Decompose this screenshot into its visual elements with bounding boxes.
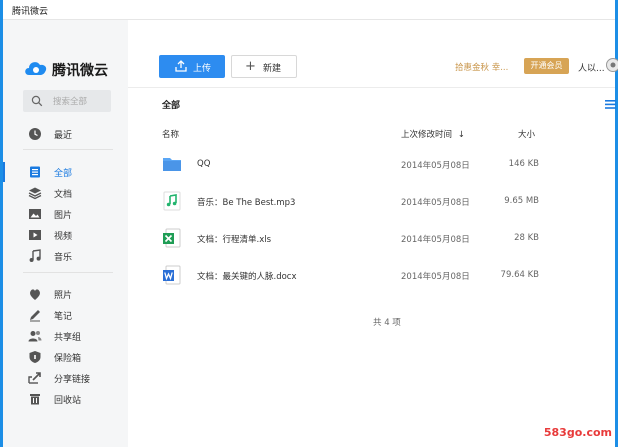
file-size: 28 KB	[514, 233, 539, 243]
sidebar-item-label: 音乐	[54, 253, 73, 263]
shield-icon	[29, 351, 41, 363]
sidebar-divider	[23, 272, 113, 273]
cloud-logo-icon	[25, 62, 47, 75]
trash-icon	[30, 394, 40, 405]
doc-all-icon	[30, 166, 40, 178]
sidebar-item-label: 文档	[54, 190, 73, 200]
sidebar: 腾讯微云 搜索全部 最近 全部 文档 图片 视频 音乐 照片 笔记 共享组 保险…	[3, 20, 128, 447]
new-label: 新建	[263, 64, 282, 74]
table-row[interactable]: 文档：最关键的人脉.docx 2014年05月08日 79.64 KB	[128, 257, 615, 294]
group-icon	[28, 331, 42, 342]
sidebar-item-safe[interactable]: 保险箱	[3, 347, 128, 367]
sidebar-item-label: 保险箱	[54, 354, 82, 364]
sidebar-item-recent[interactable]: 最近	[3, 124, 128, 144]
sidebar-item-music[interactable]: 音乐	[3, 246, 128, 266]
promo-link[interactable]: 拾惠金秋 幸...	[455, 61, 508, 73]
folder-icon	[163, 158, 181, 171]
sidebar-item-notes[interactable]: 笔记	[3, 305, 128, 325]
sidebar-item-label: 最近	[54, 131, 73, 141]
new-button[interactable]: + 新建	[231, 55, 297, 78]
file-name: 文档：最关键的人脉.docx	[197, 272, 297, 282]
upload-button[interactable]: 上传	[159, 55, 225, 78]
column-header-time-label: 上次修改时间	[401, 130, 453, 140]
file-time: 2014年05月08日	[401, 272, 470, 282]
avatar-icon[interactable]	[604, 57, 618, 73]
file-size: 9.65 MB	[504, 196, 539, 206]
file-name: QQ	[197, 159, 211, 169]
watermark-text: 583go.com	[543, 426, 612, 439]
sidebar-item-label: 共享组	[54, 333, 82, 343]
video-icon	[29, 230, 41, 240]
pen-icon	[30, 310, 40, 322]
file-time: 2014年05月08日	[401, 235, 470, 245]
title-bar: 腾讯微云	[3, 0, 615, 20]
excel-file-icon	[163, 228, 181, 248]
layers-icon	[28, 187, 42, 200]
app-logo-text: 腾讯微云	[52, 63, 108, 79]
word-file-icon	[163, 265, 181, 285]
file-name: 文档：行程清单.xls	[197, 235, 272, 245]
sidebar-item-share-links[interactable]: 分享链接	[3, 368, 128, 388]
upload-icon	[175, 60, 187, 72]
music-file-icon	[163, 191, 181, 211]
sidebar-item-docs[interactable]: 文档	[3, 183, 128, 203]
column-header-name[interactable]: 名称	[162, 128, 179, 140]
sidebar-divider	[23, 149, 113, 150]
search-icon	[31, 95, 43, 107]
search-input[interactable]: 搜索全部	[23, 90, 111, 112]
user-name[interactable]: 人以...	[578, 61, 605, 74]
top-toolbar: 上传 + 新建 拾惠金秋 幸... 开通会员 人以...	[128, 20, 618, 88]
app-window: 腾讯微云 腾讯微云 搜索全部 最近 全部 文档 图片 视频 音乐 照片 笔记 共…	[3, 0, 618, 447]
table-row[interactable]: 音乐：Be The Best.mp3 2014年05月08日 9.65 MB	[128, 183, 615, 220]
window-title: 腾讯微云	[12, 7, 49, 17]
file-name: 音乐：Be The Best.mp3	[197, 198, 296, 208]
column-header-size[interactable]: 大小	[518, 128, 535, 140]
column-header-time[interactable]: 上次修改时间 ↓	[401, 128, 465, 140]
file-size: 79.64 KB	[500, 270, 539, 280]
vip-button[interactable]: 开通会员	[524, 58, 569, 74]
item-count: 共 4 项	[373, 318, 401, 328]
sidebar-item-label: 视频	[54, 232, 73, 242]
sort-down-icon: ↓	[457, 130, 465, 140]
search-placeholder: 搜索全部	[53, 97, 88, 107]
file-size: 146 KB	[508, 159, 539, 169]
sidebar-item-videos[interactable]: 视频	[3, 225, 128, 245]
sidebar-item-label: 照片	[54, 291, 73, 301]
music-icon	[29, 249, 41, 262]
page-title: 全部	[162, 101, 181, 111]
sidebar-item-label: 图片	[54, 211, 73, 221]
share-icon	[28, 372, 41, 384]
photo-icon	[30, 289, 40, 300]
image-icon	[29, 209, 41, 219]
plus-icon: +	[245, 59, 256, 74]
sidebar-item-label: 分享链接	[54, 375, 91, 385]
file-time: 2014年05月08日	[401, 161, 470, 171]
sidebar-item-label: 全部	[54, 169, 73, 179]
clock-icon	[29, 128, 41, 140]
list-view-icon[interactable]	[605, 100, 616, 109]
active-indicator	[3, 162, 5, 182]
file-time: 2014年05月08日	[401, 198, 470, 208]
sidebar-item-all[interactable]: 全部	[3, 162, 128, 182]
upload-label: 上传	[193, 64, 212, 74]
sidebar-item-trash[interactable]: 回收站	[3, 389, 128, 409]
sidebar-item-label: 回收站	[54, 396, 82, 406]
sidebar-item-label: 笔记	[54, 312, 73, 322]
table-row[interactable]: 文档：行程清单.xls 2014年05月08日 28 KB	[128, 220, 615, 257]
main-panel: 上传 + 新建 拾惠金秋 幸... 开通会员 人以... 全部 名称 上次修改时…	[128, 20, 618, 447]
sidebar-item-photos[interactable]: 照片	[3, 284, 128, 304]
table-row[interactable]: QQ 2014年05月08日 146 KB	[128, 146, 615, 183]
sidebar-item-shared-group[interactable]: 共享组	[3, 326, 128, 346]
sidebar-item-images[interactable]: 图片	[3, 204, 128, 224]
